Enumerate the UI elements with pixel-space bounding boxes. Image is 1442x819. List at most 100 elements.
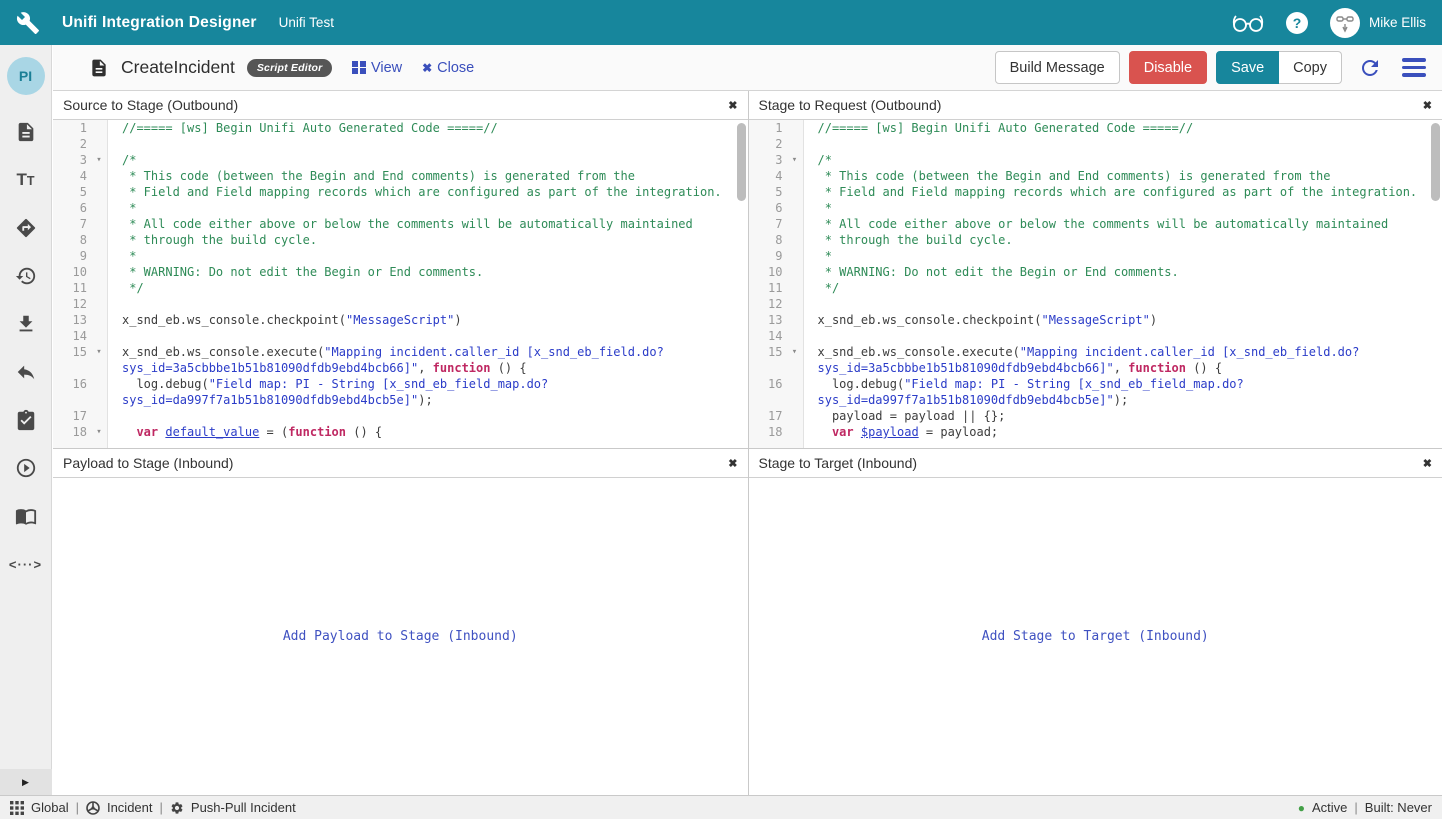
- code-text[interactable]: [803, 136, 1442, 152]
- code-line[interactable]: 4 * This code (between the Begin and End…: [53, 168, 748, 184]
- code-text[interactable]: [107, 296, 748, 312]
- user-menu[interactable]: Mike Ellis: [1330, 8, 1426, 38]
- disable-button[interactable]: Disable: [1129, 51, 1207, 84]
- sidebar-item-text[interactable]: TT: [15, 169, 37, 191]
- code-text[interactable]: var default_value = (function () {: [107, 424, 748, 440]
- glasses-icon[interactable]: [1232, 13, 1264, 33]
- code-text[interactable]: var $payload = payload;: [803, 424, 1442, 440]
- code-text[interactable]: * through the build cycle.: [803, 232, 1442, 248]
- code-text[interactable]: * WARNING: Do not edit the Begin or End …: [803, 264, 1442, 280]
- code-line[interactable]: 12: [749, 296, 1442, 312]
- app-label[interactable]: Incident: [107, 800, 153, 815]
- sidebar-item-history[interactable]: [15, 265, 37, 287]
- code-text[interactable]: */: [803, 280, 1442, 296]
- code-line[interactable]: 17: [53, 408, 748, 424]
- code-line[interactable]: 8 * through the build cycle.: [53, 232, 748, 248]
- fold-arrow-icon[interactable]: ▾: [787, 344, 803, 376]
- build-message-button[interactable]: Build Message: [995, 51, 1120, 84]
- code-line[interactable]: 10 * WARNING: Do not edit the Begin or E…: [749, 264, 1442, 280]
- code-text[interactable]: //===== [ws] Begin Unifi Auto Generated …: [803, 120, 1442, 136]
- code-text[interactable]: [107, 328, 748, 344]
- view-button[interactable]: View: [352, 60, 402, 76]
- code-editor[interactable]: 1//===== [ws] Begin Unifi Auto Generated…: [749, 120, 1442, 448]
- process-label[interactable]: Push-Pull Incident: [191, 800, 296, 815]
- code-line[interactable]: 1//===== [ws] Begin Unifi Auto Generated…: [53, 120, 748, 136]
- code-line[interactable]: 18▾ var default_value = (function () {: [53, 424, 748, 440]
- code-line[interactable]: 4 * This code (between the Begin and End…: [749, 168, 1442, 184]
- code-line[interactable]: 11 */: [53, 280, 748, 296]
- code-line[interactable]: 11 */: [749, 280, 1442, 296]
- code-text[interactable]: * This code (between the Begin and End c…: [107, 168, 748, 184]
- code-line[interactable]: 16 log.debug("Field map: PI - String [x_…: [749, 376, 1442, 408]
- sidebar-item-run[interactable]: [15, 457, 37, 479]
- code-line[interactable]: 5 * Field and Field mapping records whic…: [53, 184, 748, 200]
- code-line[interactable]: 18 var $payload = payload;: [749, 424, 1442, 440]
- code-text[interactable]: /*: [803, 152, 1442, 168]
- fold-arrow-icon[interactable]: ▾: [91, 424, 107, 440]
- menu-button[interactable]: [1402, 58, 1426, 77]
- fold-arrow-icon[interactable]: ▾: [91, 344, 107, 376]
- fold-arrow-icon[interactable]: ▾: [91, 152, 107, 168]
- code-text[interactable]: [803, 328, 1442, 344]
- sidebar-item-documents[interactable]: [15, 121, 37, 143]
- code-line[interactable]: 10 * WARNING: Do not edit the Begin or E…: [53, 264, 748, 280]
- sidebar-item-download[interactable]: [15, 313, 37, 335]
- code-text[interactable]: * All code either above or below the com…: [803, 216, 1442, 232]
- integration-avatar[interactable]: PI: [7, 57, 45, 95]
- code-line[interactable]: 1//===== [ws] Begin Unifi Auto Generated…: [749, 120, 1442, 136]
- code-text[interactable]: *: [803, 248, 1442, 264]
- code-text[interactable]: * All code either above or below the com…: [107, 216, 748, 232]
- code-editor[interactable]: 1//===== [ws] Begin Unifi Auto Generated…: [53, 120, 748, 448]
- code-line[interactable]: 15▾x_snd_eb.ws_console.execute("Mapping …: [53, 344, 748, 376]
- code-text[interactable]: * Field and Field mapping records which …: [803, 184, 1442, 200]
- code-line[interactable]: 8 * through the build cycle.: [749, 232, 1442, 248]
- code-line[interactable]: 2: [53, 136, 748, 152]
- code-text[interactable]: * through the build cycle.: [107, 232, 748, 248]
- code-line[interactable]: 6 *: [749, 200, 1442, 216]
- code-text[interactable]: log.debug("Field map: PI - String [x_snd…: [107, 376, 748, 408]
- sidebar-collapse-button[interactable]: ▶: [0, 769, 52, 795]
- vertical-scrollbar[interactable]: [1431, 123, 1440, 201]
- code-line[interactable]: 3▾/*: [53, 152, 748, 168]
- code-text[interactable]: payload = payload || {};: [803, 408, 1442, 424]
- close-button[interactable]: ✖ Close: [422, 60, 474, 76]
- help-button[interactable]: ?: [1286, 12, 1308, 34]
- scope-label[interactable]: Global: [31, 800, 69, 815]
- code-text[interactable]: *: [107, 248, 748, 264]
- code-line[interactable]: 5 * Field and Field mapping records whic…: [749, 184, 1442, 200]
- code-line[interactable]: 2: [749, 136, 1442, 152]
- code-line[interactable]: 9 *: [749, 248, 1442, 264]
- code-text[interactable]: *: [107, 200, 748, 216]
- code-text[interactable]: x_snd_eb.ws_console.execute("Mapping inc…: [107, 344, 748, 376]
- sidebar-item-directions[interactable]: [15, 217, 37, 239]
- code-text[interactable]: *: [803, 200, 1442, 216]
- copy-button[interactable]: Copy: [1279, 51, 1342, 84]
- code-line[interactable]: 3▾/*: [749, 152, 1442, 168]
- code-line[interactable]: 13x_snd_eb.ws_console.checkpoint("Messag…: [749, 312, 1442, 328]
- code-line[interactable]: 14: [749, 328, 1442, 344]
- code-text[interactable]: * This code (between the Begin and End c…: [803, 168, 1442, 184]
- code-text[interactable]: */: [107, 280, 748, 296]
- sidebar-item-tasks[interactable]: [15, 409, 37, 431]
- add-payload-to-stage-link[interactable]: Add Payload to Stage (Inbound): [283, 629, 518, 644]
- code-text[interactable]: /*: [107, 152, 748, 168]
- code-text[interactable]: //===== [ws] Begin Unifi Auto Generated …: [107, 120, 748, 136]
- panel-close-button[interactable]: ✖: [1423, 457, 1432, 470]
- code-line[interactable]: 15▾x_snd_eb.ws_console.execute("Mapping …: [749, 344, 1442, 376]
- vertical-scrollbar[interactable]: [737, 123, 746, 201]
- panel-close-button[interactable]: ✖: [728, 99, 737, 112]
- code-text[interactable]: x_snd_eb.ws_console.checkpoint("MessageS…: [107, 312, 748, 328]
- refresh-button[interactable]: [1358, 56, 1382, 80]
- code-text[interactable]: log.debug("Field map: PI - String [x_snd…: [803, 376, 1442, 408]
- code-line[interactable]: 7 * All code either above or below the c…: [53, 216, 748, 232]
- workspace-title[interactable]: Unifi Test: [279, 15, 334, 30]
- code-line[interactable]: 9 *: [53, 248, 748, 264]
- code-text[interactable]: [107, 408, 748, 424]
- code-line[interactable]: 17 payload = payload || {};: [749, 408, 1442, 424]
- code-text[interactable]: [107, 136, 748, 152]
- fold-arrow-icon[interactable]: ▾: [787, 152, 803, 168]
- code-line[interactable]: 13x_snd_eb.ws_console.checkpoint("Messag…: [53, 312, 748, 328]
- code-line[interactable]: 14: [53, 328, 748, 344]
- code-text[interactable]: x_snd_eb.ws_console.execute("Mapping inc…: [803, 344, 1442, 376]
- sidebar-item-code[interactable]: <···>: [15, 553, 37, 575]
